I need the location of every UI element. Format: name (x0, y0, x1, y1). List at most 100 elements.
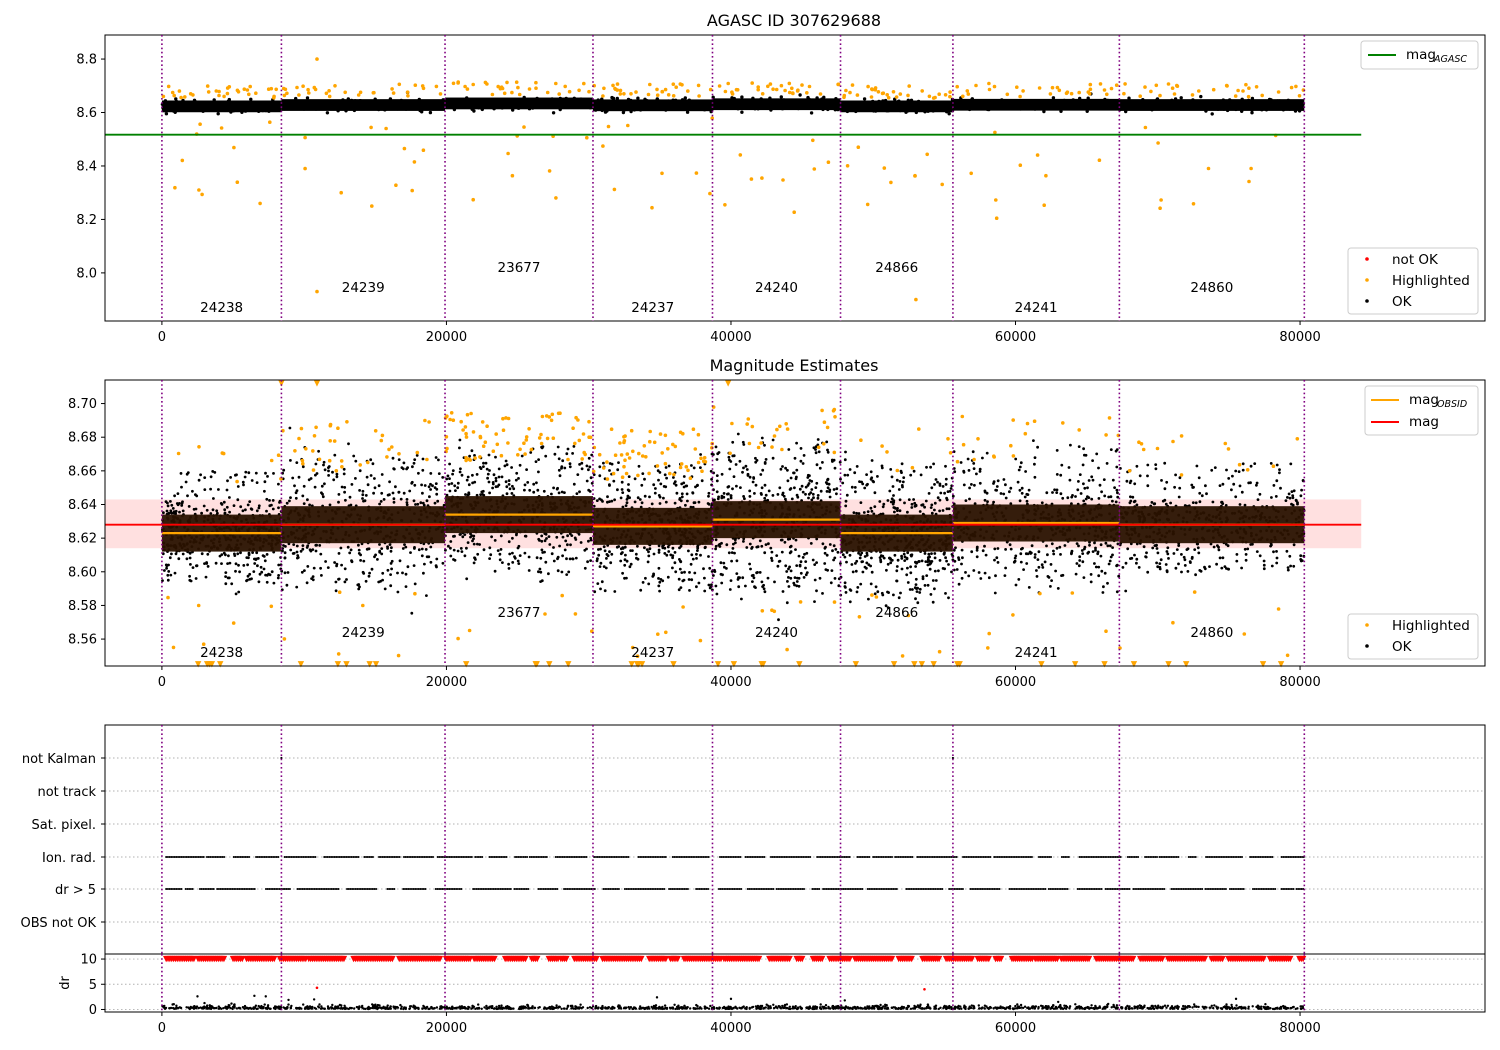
ok-point (231, 109, 236, 113)
ok-point (1077, 564, 1081, 568)
ok-point (929, 101, 933, 105)
ok-point (800, 484, 804, 488)
highlighted-point (483, 80, 488, 85)
ok-point (587, 488, 591, 492)
ok-point (1131, 101, 1135, 106)
ok-point (865, 551, 869, 555)
ok-point (970, 550, 974, 554)
ok-point (778, 99, 782, 104)
ok-point (705, 100, 709, 104)
ok-point (222, 500, 226, 504)
ok-point (421, 501, 425, 505)
highlighted-point (602, 86, 606, 91)
ok-point (335, 475, 339, 479)
ok-point (353, 99, 357, 103)
ok-point (1199, 94, 1203, 99)
ok-point (727, 455, 731, 459)
ok-point (396, 100, 401, 104)
ok-point (933, 104, 937, 108)
highlighted-point (948, 94, 952, 99)
ok-point (241, 480, 245, 484)
ok-point (417, 471, 420, 475)
ok-point (802, 576, 806, 579)
ok-point (793, 456, 797, 460)
ok-point (733, 551, 736, 555)
ok-point (388, 543, 392, 546)
ok-point (300, 105, 304, 109)
ok-point (646, 103, 651, 108)
ok-point (268, 499, 271, 502)
ok-point (960, 562, 963, 566)
ok-point (870, 102, 874, 107)
ok-point (873, 505, 877, 508)
ok-point (1059, 109, 1063, 114)
ok-point (627, 475, 631, 478)
ok-point (730, 96, 734, 100)
ok-point (866, 510, 870, 513)
ok-point (1084, 102, 1088, 106)
ok-point (1250, 96, 1255, 101)
ok-point (934, 478, 938, 481)
highlighted-point (372, 90, 376, 95)
ok-point (921, 575, 925, 579)
ok-point (507, 479, 511, 482)
ok-point (1292, 104, 1297, 108)
ok-point (652, 573, 655, 577)
ok-point (1240, 109, 1244, 114)
ok-point (1124, 109, 1128, 114)
ok-point (880, 464, 884, 468)
ok-point (1003, 574, 1007, 577)
highlighted-point (471, 197, 476, 202)
ok-point (482, 465, 485, 468)
ok-point (397, 490, 401, 494)
ok-point (394, 485, 397, 489)
ok-point (608, 469, 611, 472)
ok-point (561, 459, 565, 463)
ok-point (334, 589, 338, 593)
ok-point (1097, 574, 1101, 578)
ok-point (495, 105, 500, 109)
ok-point (203, 488, 207, 491)
ok-point (1052, 101, 1056, 105)
ok-point (679, 499, 683, 503)
ok-point (829, 581, 833, 585)
ok-point (657, 478, 660, 482)
ok-point (510, 492, 514, 495)
ok-point (834, 548, 838, 551)
ok-point (478, 466, 482, 469)
ok-point (272, 581, 276, 585)
ok-point (599, 587, 602, 591)
ok-point (365, 475, 369, 479)
ok-point (278, 501, 281, 504)
ok-point (760, 493, 763, 496)
ok-point (996, 104, 1000, 109)
legend-point-label: OK (1392, 294, 1413, 310)
ok-point (557, 105, 561, 109)
ok-point (1099, 543, 1103, 547)
ok-point (163, 99, 168, 103)
ok-point (817, 450, 821, 454)
ok-point (914, 577, 918, 581)
ok-point (810, 479, 814, 483)
highlighted-point (955, 84, 959, 89)
ok-point (1234, 107, 1238, 112)
ok-point (728, 458, 731, 462)
ok-point (824, 105, 829, 109)
ok-point (605, 557, 608, 560)
ok-point (1099, 554, 1103, 558)
ok-point (359, 559, 362, 562)
ok-point (616, 468, 620, 472)
highlighted-point (315, 57, 319, 61)
ok-point (569, 543, 572, 547)
ok-point (551, 111, 556, 115)
ok-point (1015, 106, 1019, 110)
ok-point (243, 101, 248, 105)
ok-point (291, 476, 295, 480)
ok-point (271, 507, 275, 511)
highlighted-point (272, 94, 276, 99)
highlighted-point (498, 86, 503, 91)
ok-point (257, 506, 261, 510)
p1-y-tick-label: 8.2 (76, 213, 97, 228)
ok-point (1106, 544, 1110, 548)
ok-point (547, 572, 550, 576)
